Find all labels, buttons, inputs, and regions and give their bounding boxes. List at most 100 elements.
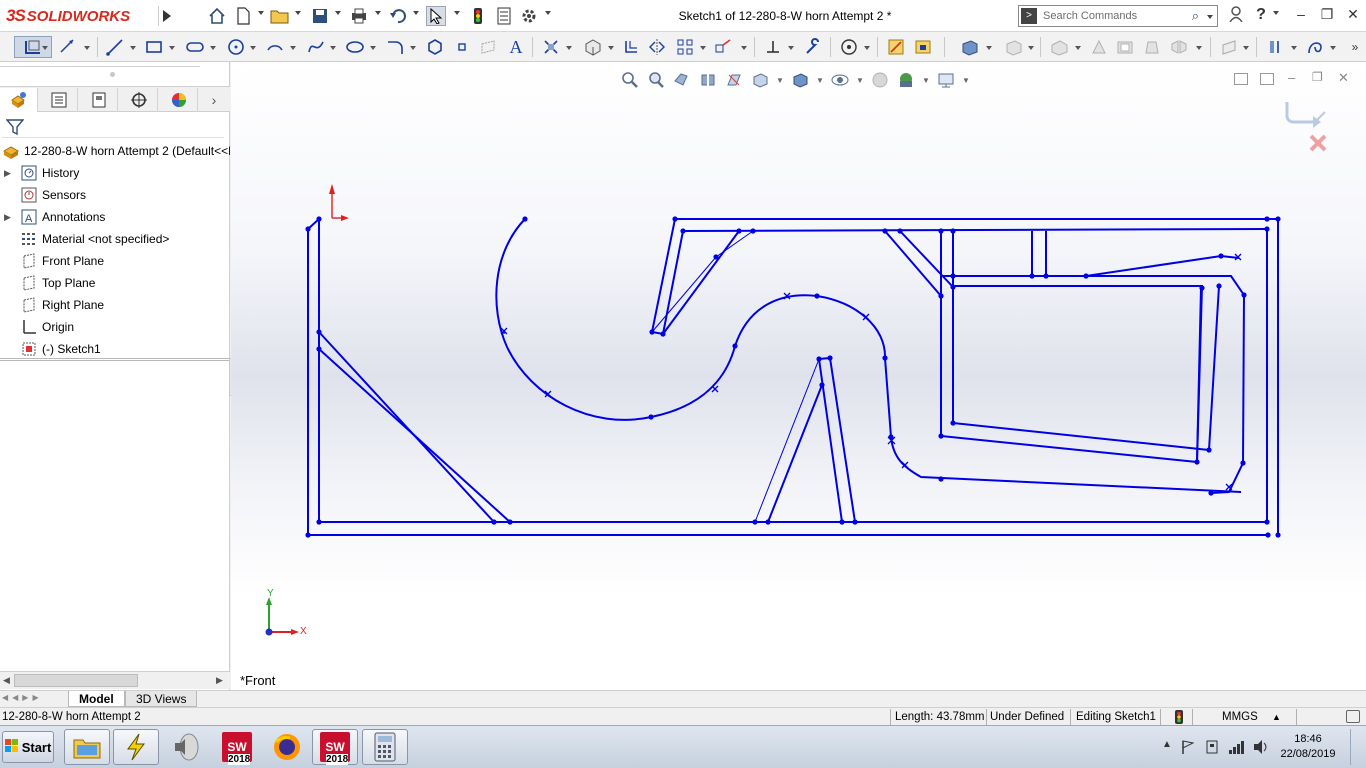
smart-dimension-icon[interactable]	[57, 36, 79, 58]
extruded-cut-icon[interactable]	[1002, 36, 1024, 58]
add-relation-icon[interactable]	[540, 36, 562, 58]
open-folder-icon[interactable]	[270, 6, 290, 26]
shell-icon[interactable]	[1114, 36, 1136, 58]
tab-3d-views[interactable]: 3D Views	[125, 691, 198, 707]
filter-funnel-icon[interactable]	[5, 118, 25, 136]
open-dropdown-arrow[interactable]	[295, 11, 301, 15]
property-manager-tab-icon[interactable]	[40, 88, 78, 112]
power-app-taskbar-icon[interactable]	[113, 729, 159, 765]
file-properties-icon[interactable]	[494, 6, 514, 26]
line-dropdown-arrow[interactable]	[130, 46, 136, 50]
home-icon[interactable]	[207, 6, 227, 26]
slot-tool-icon[interactable]	[184, 36, 206, 58]
rebuild-status-icon[interactable]	[1174, 710, 1184, 724]
panel-grip-dot[interactable]	[110, 72, 115, 77]
point-tool-icon[interactable]	[451, 36, 473, 58]
dimxpert-manager-tab-icon[interactable]	[120, 88, 158, 112]
rebuild-traffic-light-icon[interactable]	[468, 6, 488, 26]
tree-item-front-plane[interactable]: Front Plane	[0, 250, 230, 272]
tree-item-annotations[interactable]: ▶ A Annotations	[0, 206, 230, 228]
polygon-tool-icon[interactable]	[424, 36, 446, 58]
pattern-dropdown-arrow[interactable]	[700, 46, 706, 50]
reference-dropdown-arrow[interactable]	[1243, 46, 1249, 50]
scroll-right-icon[interactable]: ▶	[216, 675, 223, 686]
search-dropdown-arrow[interactable]	[1207, 15, 1213, 19]
sketch-dropdown-arrow[interactable]	[42, 46, 48, 50]
feature-filter-bar[interactable]	[2, 114, 224, 138]
tab-model[interactable]: Model	[68, 691, 125, 707]
tree-item-origin[interactable]: Origin	[0, 316, 230, 338]
action-center-flag-icon[interactable]	[1180, 739, 1196, 758]
restore-window-icon[interactable]: ❐	[1316, 6, 1338, 26]
solidworks-logo[interactable]: 3S SOLIDWORKS	[6, 4, 130, 28]
scrollbar-thumb[interactable]	[14, 674, 138, 687]
instant2d-icon[interactable]	[885, 36, 907, 58]
solidworks-2018-taskbar-icon[interactable]: SW 2018	[214, 729, 260, 765]
linear-pattern-icon[interactable]	[674, 36, 696, 58]
feature-tree-horizontal-scrollbar[interactable]: ◀ ▶	[0, 671, 230, 689]
mirror-entities-icon[interactable]	[646, 36, 668, 58]
relations-dropdown-arrow[interactable]	[788, 46, 794, 50]
minimize-window-icon[interactable]: –	[1290, 6, 1312, 26]
fillet-feature-icon[interactable]	[1048, 36, 1070, 58]
mirror-feature-icon[interactable]	[1168, 36, 1190, 58]
tree-item-right-plane[interactable]: Right Plane	[0, 294, 230, 316]
volume-speaker-icon[interactable]	[1252, 739, 1270, 758]
expand-arrow-icon[interactable]: ▶	[4, 168, 14, 179]
search-commands-box[interactable]: > Search Commands ⌕	[1018, 5, 1218, 27]
rectangle-tool-icon[interactable]	[143, 36, 165, 58]
quick-snaps-icon[interactable]	[838, 36, 860, 58]
network-signal-icon[interactable]	[1228, 739, 1246, 758]
spline-dropdown-arrow[interactable]	[330, 46, 336, 50]
draft-icon[interactable]	[1140, 36, 1162, 58]
help-dropdown-arrow[interactable]	[1273, 11, 1279, 15]
select-pointer-icon[interactable]	[426, 6, 446, 26]
convert-entities-icon[interactable]	[582, 36, 604, 58]
options-gear-icon[interactable]	[519, 6, 539, 26]
spline-tool-icon[interactable]	[305, 36, 327, 58]
search-icon[interactable]: ⌕	[1192, 8, 1199, 24]
scroll-left-icon[interactable]: ◀	[3, 675, 10, 686]
repair-sketch-icon[interactable]	[802, 36, 824, 58]
plane-tool-icon[interactable]	[477, 36, 499, 58]
firefox-taskbar-icon[interactable]	[264, 729, 310, 765]
save-icon[interactable]	[310, 6, 330, 26]
show-desktop-button[interactable]	[1350, 729, 1362, 765]
mirror-feature-dropdown-arrow[interactable]	[1196, 46, 1202, 50]
new-dropdown-arrow[interactable]	[258, 11, 264, 15]
graphics-area[interactable]: ▼ ▼ ▼ ▼ ▼ – ❐ ✕ Y X *Front	[231, 62, 1366, 690]
save-dropdown-arrow[interactable]	[335, 11, 341, 15]
arc-dropdown-arrow[interactable]	[290, 46, 296, 50]
dimension-dropdown-arrow[interactable]	[84, 46, 90, 50]
configuration-manager-tab-icon[interactable]	[80, 88, 118, 112]
system-clock[interactable]: 18:46 22/08/2019	[1278, 732, 1338, 762]
calculator-taskbar-icon[interactable]	[362, 729, 408, 765]
user-account-icon[interactable]	[1225, 6, 1247, 26]
snaps-dropdown-arrow[interactable]	[864, 46, 870, 50]
tree-item-sensors[interactable]: Sensors	[0, 184, 230, 206]
display-manager-tab-icon[interactable]	[160, 88, 198, 112]
sketch-canvas[interactable]	[231, 62, 1366, 690]
options-dropdown-arrow[interactable]	[545, 11, 551, 15]
cut-dropdown-arrow[interactable]	[1028, 46, 1034, 50]
ellipse-dropdown-arrow[interactable]	[370, 46, 376, 50]
slot-dropdown-arrow[interactable]	[210, 46, 216, 50]
boss-dropdown-arrow[interactable]	[986, 46, 992, 50]
close-window-icon[interactable]: ✕	[1342, 6, 1364, 26]
display-delete-relations-icon[interactable]	[762, 36, 784, 58]
helix-dropdown-arrow[interactable]	[1330, 46, 1336, 50]
move-dropdown-arrow[interactable]	[741, 46, 747, 50]
tree-item-sketch1[interactable]: (-) Sketch1	[0, 338, 230, 360]
print-dropdown-arrow[interactable]	[375, 11, 381, 15]
relation-dropdown-arrow[interactable]	[566, 46, 572, 50]
device-icon[interactable]	[1204, 739, 1220, 758]
undo-dropdown-arrow[interactable]	[413, 11, 419, 15]
units-system[interactable]: MMGS	[1222, 710, 1258, 724]
curves-dropdown-arrow[interactable]	[1291, 46, 1297, 50]
toolbar-overflow-icon[interactable]: »	[1344, 36, 1366, 58]
arc-tool-icon[interactable]	[264, 36, 286, 58]
undo-icon[interactable]	[388, 6, 408, 26]
rectangle-dropdown-arrow[interactable]	[169, 46, 175, 50]
media-taskbar-icon[interactable]	[165, 729, 207, 765]
menu-expand-arrow[interactable]	[158, 6, 174, 26]
